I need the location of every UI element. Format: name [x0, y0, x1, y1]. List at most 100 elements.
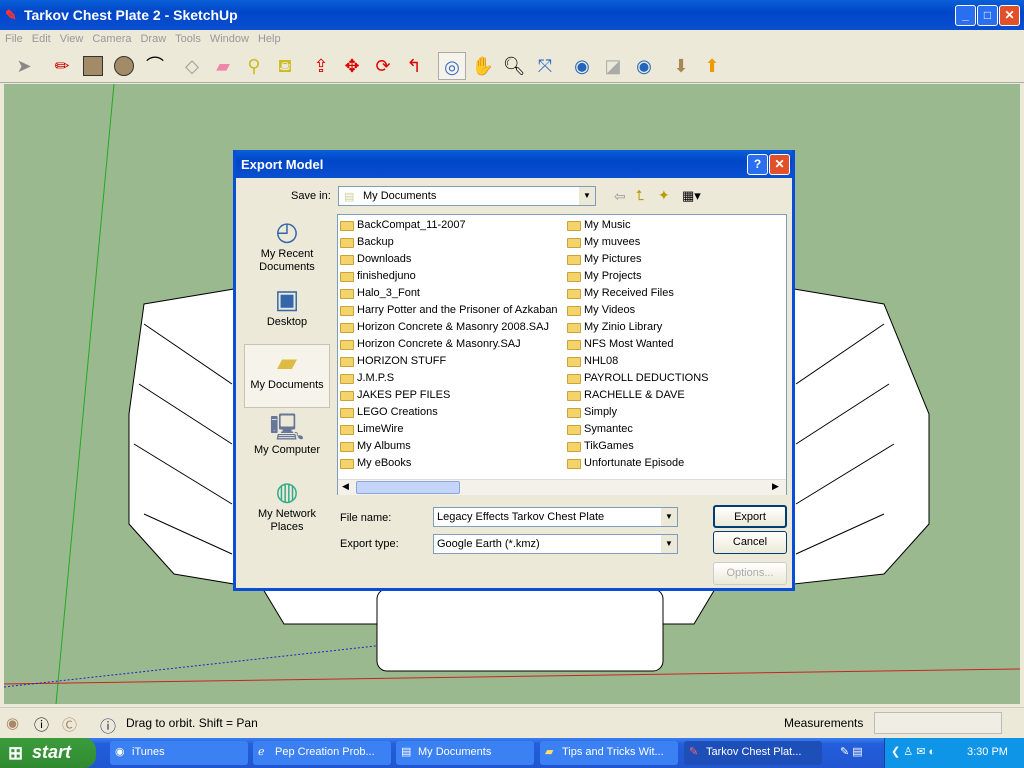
place-model-icon[interactable]: ◉ — [630, 52, 658, 80]
folder-item[interactable]: My Received Files — [567, 285, 674, 302]
paint-bucket-icon[interactable]: ⛾ — [271, 52, 299, 80]
geo-location-icon[interactable]: ◉ — [6, 714, 19, 732]
menu-view[interactable]: View — [55, 30, 88, 45]
chevron-down-icon[interactable]: ▼ — [661, 508, 677, 526]
folder-item[interactable]: My muvees — [567, 234, 640, 251]
place-desktop[interactable]: ▣ Desktop — [244, 282, 330, 329]
get-models-icon[interactable]: ⬇ — [667, 52, 695, 80]
export-button[interactable]: Export — [713, 505, 787, 528]
folder-item[interactable]: My eBooks — [340, 455, 411, 472]
folder-item[interactable]: JAKES PEP FILES — [340, 387, 450, 404]
menu-camera[interactable]: Camera — [87, 30, 135, 45]
folder-item[interactable]: Downloads — [340, 251, 411, 268]
folder-item[interactable]: Unfortunate Episode — [567, 455, 684, 472]
tray-icons[interactable]: ❮ ♙ ✉ ◐ — [891, 745, 935, 758]
orbit-icon[interactable]: ◎ — [438, 52, 466, 80]
chevron-down-icon[interactable]: ▼ — [579, 187, 595, 205]
folder-item[interactable]: My Zinio Library — [567, 319, 662, 336]
minimize-button[interactable]: _ — [955, 5, 976, 26]
circle-tool-icon[interactable] — [110, 52, 138, 80]
place-network[interactable]: ◍ My Network Places — [244, 474, 330, 534]
folder-item[interactable]: finishedjuno — [340, 268, 416, 285]
view-menu-icon[interactable]: ▦▾ — [682, 188, 701, 204]
pencil-tool-icon[interactable]: ✏ — [48, 52, 76, 80]
folder-item[interactable]: NHL08 — [567, 353, 618, 370]
folder-item[interactable]: Horizon Concrete & Masonry.SAJ — [340, 336, 521, 353]
zoom-extents-icon[interactable]: ⤧ — [531, 52, 559, 80]
folder-item[interactable]: TikGames — [567, 438, 634, 455]
file-name-input[interactable]: Legacy Effects Tarkov Chest Plate ▼ — [433, 507, 678, 527]
toggle-terrain-icon[interactable]: ◪ — [599, 52, 627, 80]
dialog-close-button[interactable]: ✕ — [769, 154, 790, 175]
task-folder[interactable]: ▰ Tips and Tricks Wit... — [540, 741, 678, 765]
folder-item[interactable]: Halo_3_Font — [340, 285, 420, 302]
folder-item[interactable]: Backup — [340, 234, 394, 251]
folder-item[interactable]: Simply — [567, 404, 617, 421]
make-component-icon[interactable]: ◇ — [178, 52, 206, 80]
start-button[interactable]: ⊞ start — [0, 738, 96, 768]
close-button[interactable]: ✕ — [999, 5, 1020, 26]
help-button[interactable]: ? — [747, 154, 768, 175]
folder-item[interactable]: RACHELLE & DAVE — [567, 387, 685, 404]
user-icon[interactable]: Ⓒ — [62, 714, 77, 735]
scrollbar-thumb[interactable] — [356, 481, 460, 494]
folder-item[interactable]: NFS Most Wanted — [567, 336, 673, 353]
arc-tool-icon[interactable]: ⌒ — [141, 52, 169, 80]
chevron-down-icon[interactable]: ▼ — [661, 535, 677, 553]
folder-item[interactable]: Symantec — [567, 421, 633, 438]
rotate-icon[interactable]: ⟳ — [369, 52, 397, 80]
eraser-icon[interactable]: ▰ — [209, 52, 237, 80]
push-pull-icon[interactable]: ⇪ — [307, 52, 335, 80]
folder-item[interactable]: My Pictures — [567, 251, 641, 268]
place-my-computer[interactable]: 🖳︎ My Computer — [244, 410, 330, 457]
follow-me-icon[interactable]: ↰ — [400, 52, 428, 80]
file-list[interactable]: BackCompat_11-2007 Backup Downloads finishe… — [337, 214, 787, 495]
new-folder-icon[interactable]: ✦ — [658, 187, 670, 204]
help-icon[interactable]: ⓘ — [100, 713, 116, 737]
task-itunes[interactable]: ◉ iTunes — [110, 741, 248, 765]
menu-file[interactable]: File — [0, 30, 27, 45]
folder-item[interactable]: LEGO Creations — [340, 404, 438, 421]
zoom-icon[interactable]: 🔍︎ — [500, 52, 528, 80]
menu-draw[interactable]: Draw — [135, 30, 170, 45]
folder-item[interactable]: HORIZON STUFF — [340, 353, 446, 370]
menu-tools[interactable]: Tools — [170, 30, 205, 45]
maximize-button[interactable]: □ — [977, 5, 998, 26]
credits-icon[interactable]: ⓘ — [34, 714, 49, 735]
task-ie[interactable]: ℯ Pep Creation Prob... — [253, 741, 391, 765]
folder-item[interactable]: J.M.P.S — [340, 370, 394, 387]
measurements-input[interactable] — [874, 712, 1002, 734]
save-in-select[interactable]: ▤ My Documents ▼ — [338, 186, 596, 206]
scroll-left-icon[interactable]: ◀ — [342, 481, 349, 492]
scroll-right-icon[interactable]: ▶ — [772, 481, 779, 492]
menu-window[interactable]: Window — [205, 30, 253, 45]
folder-item[interactable]: My Music — [567, 217, 630, 234]
pan-icon[interactable]: ✋ — [469, 52, 497, 80]
folder-item[interactable]: LimeWire — [340, 421, 403, 438]
horizontal-scrollbar[interactable]: ◀ ▶ — [338, 479, 786, 495]
rectangle-tool-icon[interactable] — [79, 52, 107, 80]
back-icon[interactable]: ⇦ — [614, 188, 626, 205]
export-type-select[interactable]: Google Earth (*.kmz) ▼ — [433, 534, 678, 554]
task-sketchup[interactable]: ✎ Tarkov Chest Plat... — [684, 741, 822, 765]
get-current-view-icon[interactable]: ◉ — [568, 52, 596, 80]
move-icon[interactable]: ✥ — [338, 52, 366, 80]
task-my-documents[interactable]: ▤ My Documents — [396, 741, 534, 765]
menu-edit[interactable]: Edit — [27, 30, 55, 45]
share-model-icon[interactable]: ⬆ — [698, 52, 726, 80]
cancel-button[interactable]: Cancel — [713, 531, 787, 554]
select-tool-icon[interactable]: ➤ — [10, 52, 38, 80]
menu-help[interactable]: Help — [253, 30, 285, 45]
options-button[interactable]: Options... — [713, 562, 787, 585]
folder-item[interactable]: My Albums — [340, 438, 411, 455]
folder-item[interactable]: My Projects — [567, 268, 641, 285]
quicklaunch-icon[interactable]: ✎ ▤ — [840, 745, 863, 758]
up-folder-icon[interactable]: ⮤ — [636, 187, 644, 204]
tape-measure-icon[interactable]: ⚲ — [240, 52, 268, 80]
folder-item[interactable]: Horizon Concrete & Masonry 2008.SAJ — [340, 319, 549, 336]
place-my-documents[interactable]: ▰ My Documents — [244, 344, 330, 408]
folder-item[interactable]: Harry Potter and the Prisoner of Azkaban — [340, 302, 558, 319]
place-recent[interactable]: ◴ My Recent Documents — [244, 214, 330, 274]
folder-item[interactable]: BackCompat_11-2007 — [340, 217, 466, 234]
folder-item[interactable]: PAYROLL DEDUCTIONS — [567, 370, 709, 387]
